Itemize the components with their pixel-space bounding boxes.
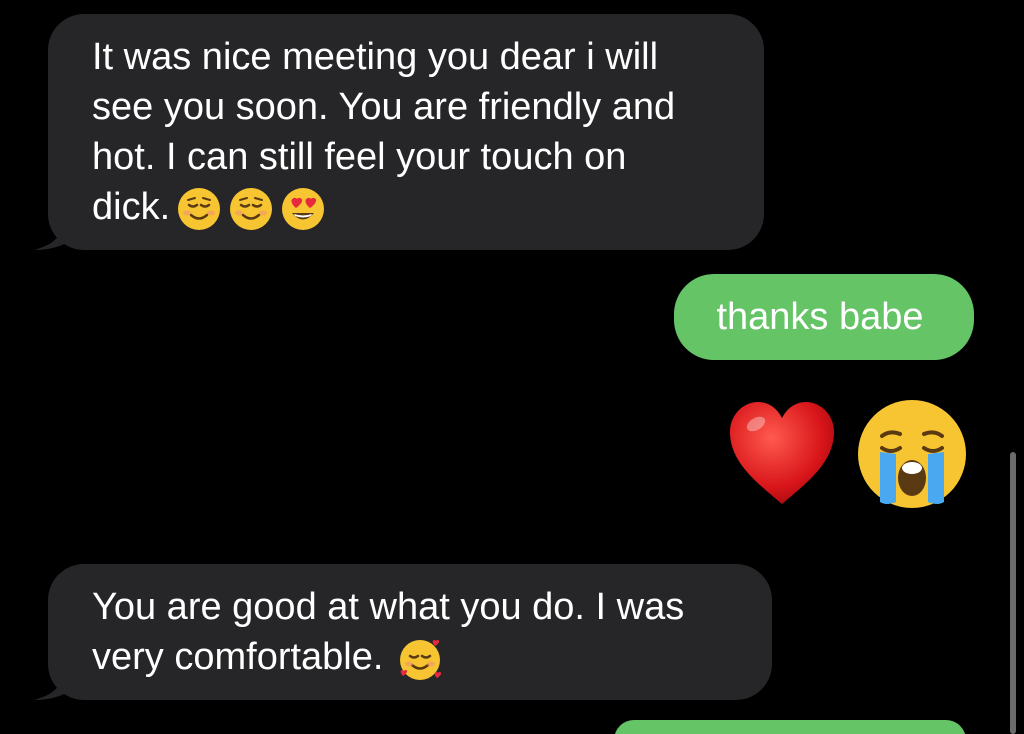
- relieved-smile-icon: [228, 186, 274, 232]
- message-text: dick.: [92, 186, 171, 228]
- loudly-crying-face-icon[interactable]: [856, 398, 968, 510]
- heart-eyes-icon: [280, 186, 326, 232]
- bubble-tail: [34, 666, 74, 700]
- message-line-with-emojis: dick.: [92, 182, 728, 232]
- red-heart-icon[interactable]: [726, 398, 838, 510]
- incoming-message-bubble[interactable]: It was nice meeting you dear i will see …: [34, 14, 764, 250]
- message-line: You are good at what you do. I was: [92, 586, 685, 628]
- message-thread[interactable]: It was nice meeting you dear i will see …: [0, 0, 1024, 734]
- outgoing-message-bubble[interactable]: thanks babe: [674, 274, 974, 360]
- message-line: see you soon. You are friendly and: [92, 86, 676, 128]
- message-text: very comfortable.: [92, 636, 384, 678]
- relieved-smile-icon: [176, 186, 222, 232]
- smiling-face-with-hearts-icon: [397, 636, 443, 682]
- bubble-tail: [34, 216, 74, 250]
- incoming-message-bubble[interactable]: You are good at what you do. I was very …: [34, 564, 772, 700]
- scrollbar[interactable]: [1010, 452, 1016, 734]
- message-line-with-emojis: very comfortable.: [92, 632, 736, 682]
- message-line: hot. I can still feel your touch on: [92, 136, 627, 178]
- message-line: It was nice meeting you dear i will: [92, 36, 659, 78]
- outgoing-message-bubble-partial[interactable]: [614, 720, 966, 734]
- message-text: thanks babe: [716, 296, 924, 338]
